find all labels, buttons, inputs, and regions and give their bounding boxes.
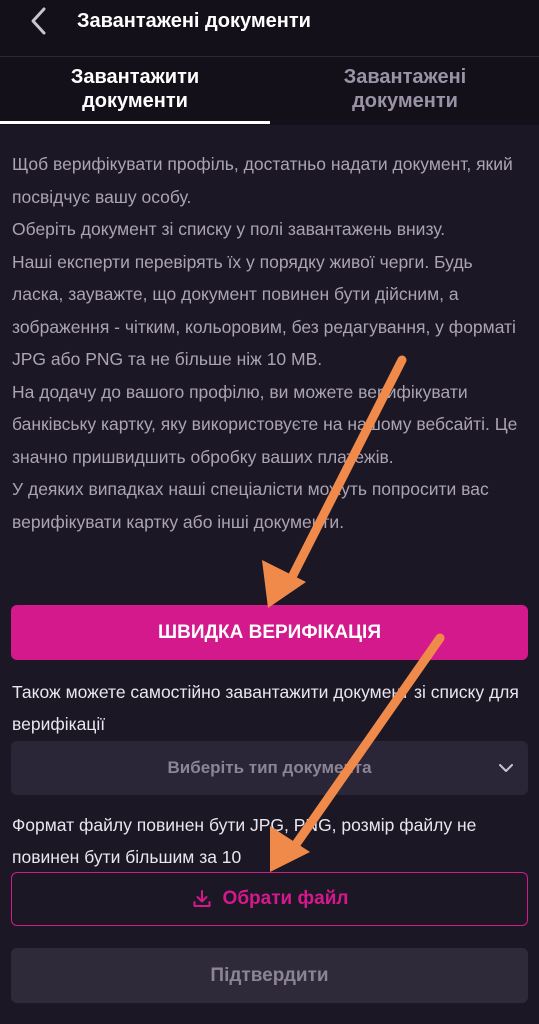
tab-upload-documents[interactable]: Завантажити документи xyxy=(0,65,270,113)
select-placeholder: Виберіть тип документа xyxy=(167,758,372,777)
tab-label-line1: Завантажити xyxy=(70,66,200,88)
chevron-down-icon xyxy=(499,764,513,772)
document-type-select[interactable]: Виберіть тип документа xyxy=(11,741,528,795)
app-header: Завантажені документи xyxy=(0,0,539,57)
description-paragraph: На додачу до вашого профілю, ви можете в… xyxy=(12,381,518,467)
back-button[interactable] xyxy=(22,4,56,38)
tab-bar: Завантажити документи Завантажені докуме… xyxy=(0,57,539,125)
description-paragraph: Наші експерти перевірять їх у порядку жи… xyxy=(12,251,516,370)
file-format-hint: Формат файлу повинен бути JPG, PNG, розм… xyxy=(12,815,477,867)
download-icon xyxy=(193,890,211,907)
tab-label-line2: документи xyxy=(352,90,458,112)
chevron-left-icon xyxy=(31,7,46,35)
description-paragraph: Оберіть документ зі списку у полі завант… xyxy=(12,219,446,239)
verification-description: Щоб верифікувати профіль, достатньо нада… xyxy=(12,148,527,538)
description-paragraph: У деяких випадках наші спеціалісти можут… xyxy=(12,479,489,532)
page-title: Завантажені документи xyxy=(77,10,311,32)
active-tab-indicator xyxy=(0,121,270,124)
tab-label-line1: Завантажені xyxy=(343,66,467,88)
confirm-button[interactable]: Підтвердити xyxy=(11,948,528,1003)
tab-label-line2: документи xyxy=(82,90,188,112)
description-paragraph: Щоб верифікувати профіль, достатньо нада… xyxy=(12,154,513,207)
tab-uploaded-documents[interactable]: Завантажені документи xyxy=(270,65,539,113)
choose-file-label: Обрати файл xyxy=(222,888,349,909)
choose-file-button[interactable]: Обрати файл xyxy=(11,872,528,926)
manual-upload-hint: Також можете самостійно завантажити доку… xyxy=(12,682,519,734)
quick-verification-button[interactable]: ШВИДКА ВЕРИФІКАЦІЯ xyxy=(11,605,528,660)
